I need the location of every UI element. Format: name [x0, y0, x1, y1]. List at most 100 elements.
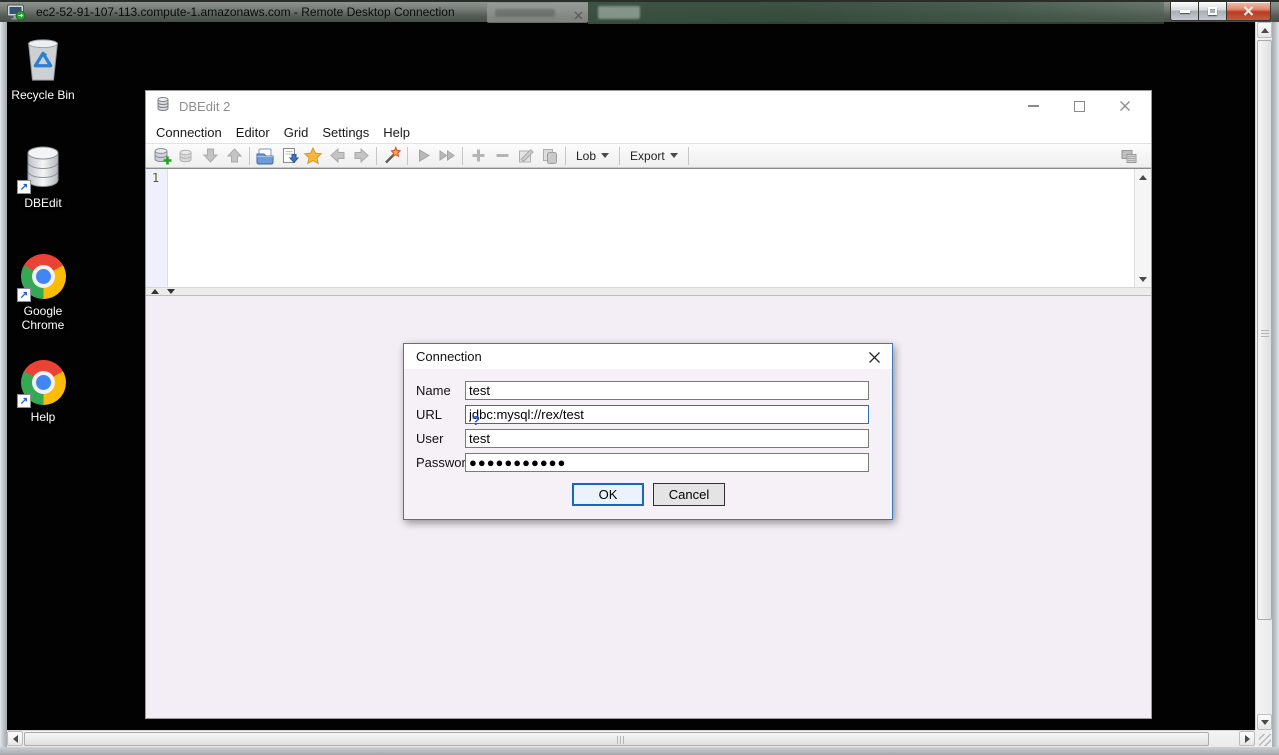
editor-scroll-up-button[interactable] [1135, 170, 1151, 184]
shortcut-arrow-icon: ↗ [17, 288, 31, 302]
lob-dropdown-label: Lob [576, 148, 597, 163]
insert-row-button[interactable] [466, 145, 490, 167]
favorites-button[interactable] [301, 145, 325, 167]
chevron-down-icon [601, 153, 610, 158]
menu-help[interactable]: Help [376, 123, 417, 142]
menu-connection[interactable]: Connection [149, 123, 229, 142]
edit-row-icon [519, 148, 534, 162]
desktop-icon-dbedit[interactable]: ↗ DBEdit [2, 144, 84, 210]
scroll-down-button[interactable] [1257, 714, 1272, 730]
rdp-horizontal-scrollbar[interactable] [7, 730, 1255, 747]
dbedit-window-title: DBEdit 2 [179, 98, 231, 114]
connection-dialog: Connection Name URL User Password OK Can… [403, 343, 893, 520]
name-input[interactable] [465, 380, 869, 400]
toolbar-separator [619, 146, 621, 165]
back-icon [329, 147, 344, 164]
back-button[interactable] [325, 145, 349, 167]
password-input[interactable] [465, 452, 869, 472]
dialog-title: Connection [416, 349, 482, 364]
url-input[interactable] [465, 404, 869, 424]
dbedit-minimize-button[interactable] [1025, 98, 1041, 114]
save-file-icon [283, 147, 299, 163]
triangle-up-icon [1260, 27, 1269, 33]
dialog-close-button[interactable] [866, 349, 882, 365]
duplicate-row-button[interactable] [538, 145, 562, 167]
panel-icon [1121, 149, 1137, 163]
rdp-frame-left [0, 22, 7, 755]
save-file-button[interactable] [277, 145, 301, 167]
dbedit-menubar: Connection Editor Grid Settings Help [146, 121, 1151, 143]
dialog-titlebar[interactable]: Connection [404, 344, 892, 369]
lob-dropdown[interactable]: Lob [569, 147, 616, 165]
menu-editor[interactable]: Editor [229, 123, 277, 142]
dbedit-toolbar: Lob Export [146, 143, 1151, 168]
dbedit-maximize-button[interactable] [1071, 98, 1087, 114]
move-down-button[interactable] [198, 145, 222, 167]
url-help-link[interactable]: ? [472, 413, 480, 428]
forward-icon [354, 147, 369, 164]
minimize-icon [1179, 9, 1190, 13]
user-input[interactable] [465, 428, 869, 448]
menu-settings[interactable]: Settings [315, 123, 376, 142]
move-up-button[interactable] [222, 145, 246, 167]
editor-scroll-down-button[interactable] [1135, 272, 1151, 286]
desktop-icon-recycle-bin[interactable]: Recycle Bin [2, 36, 84, 102]
run-all-icon [439, 150, 455, 161]
format-sql-button[interactable] [380, 145, 404, 167]
scrollbar-grip [616, 736, 624, 744]
user-label: User [416, 430, 444, 446]
ok-button[interactable]: OK [572, 483, 644, 506]
rdp-restore-button[interactable] [1199, 2, 1226, 21]
rdp-minimize-button[interactable] [1170, 2, 1199, 21]
triangle-down-icon [1260, 719, 1269, 725]
triangle-left-icon [12, 734, 18, 743]
split-pane-divider[interactable] [146, 287, 1151, 296]
recycle-bin-icon [19, 36, 67, 84]
desktop-icon-google-chrome[interactable]: ↗ Google Chrome [2, 252, 84, 332]
rdp-caption-buttons [1170, 2, 1271, 21]
run-all-button[interactable] [435, 145, 459, 167]
dbedit-close-button[interactable] [1117, 98, 1133, 114]
maximize-icon [1073, 100, 1085, 112]
desktop-icon-help[interactable]: ↗ Help [2, 358, 84, 424]
horizontal-scrollbar-thumb[interactable] [24, 732, 1209, 746]
editor-vertical-scrollbar[interactable] [1134, 169, 1151, 287]
chrome-shortcut-icon: ↗ [17, 252, 67, 302]
collapse-up-icon[interactable] [151, 289, 159, 294]
edit-row-button[interactable] [514, 145, 538, 167]
scroll-right-button[interactable] [1239, 731, 1255, 746]
export-dropdown[interactable]: Export [623, 147, 685, 165]
panel-toggle-button[interactable] [1117, 145, 1141, 167]
resize-corner[interactable] [1255, 730, 1272, 747]
rdp-close-button[interactable] [1226, 2, 1271, 21]
sql-editor[interactable]: 1 [146, 168, 1151, 287]
scroll-left-button[interactable] [7, 731, 23, 746]
toolbar-separator [462, 146, 463, 165]
editor-text-area[interactable] [168, 169, 1151, 287]
password-label: Password [416, 454, 474, 470]
delete-row-button[interactable] [490, 145, 514, 167]
ghost-tab-text [495, 9, 555, 17]
chevron-down-icon [669, 153, 678, 158]
line-number: 1 [152, 171, 160, 185]
rdp-window-title: ec2-52-91-107-113.compute-1.amazonaws.co… [36, 5, 455, 19]
minimize-icon [1027, 105, 1039, 107]
triangle-down-icon [1139, 276, 1147, 282]
scroll-up-button[interactable] [1257, 22, 1272, 38]
toolbar-separator [376, 146, 377, 165]
dbedit-titlebar[interactable]: DBEdit 2 [146, 91, 1151, 121]
menu-grid[interactable]: Grid [277, 123, 316, 142]
collapse-down-icon[interactable] [167, 289, 175, 294]
vertical-scrollbar-thumb[interactable] [1257, 40, 1272, 620]
database-shortcut-icon: ↗ [17, 144, 67, 194]
cancel-button[interactable]: Cancel [653, 483, 725, 506]
forward-button[interactable] [349, 145, 373, 167]
delete-row-icon [496, 154, 508, 157]
name-label: Name [416, 382, 451, 398]
run-button[interactable] [411, 145, 435, 167]
database-icon [155, 96, 171, 117]
connect-database-button[interactable] [150, 145, 174, 167]
disconnect-database-button[interactable] [174, 145, 198, 167]
open-file-button[interactable] [253, 145, 277, 167]
rdp-vertical-scrollbar[interactable] [1255, 22, 1272, 730]
